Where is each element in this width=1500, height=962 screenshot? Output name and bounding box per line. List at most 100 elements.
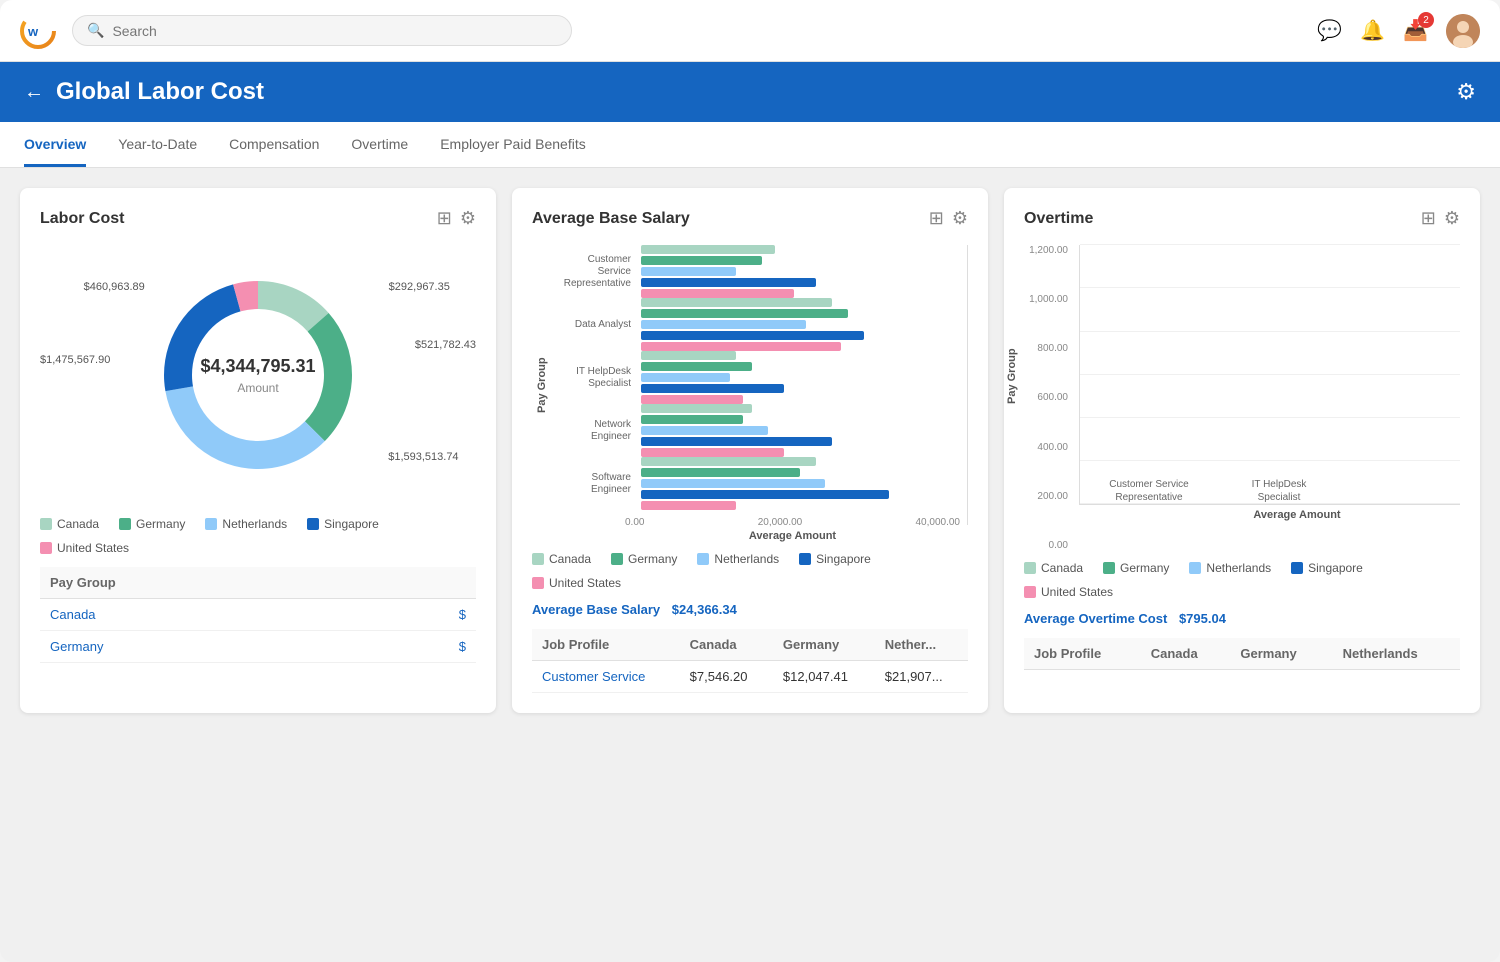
row-germany-val: $ [371, 631, 476, 663]
col-germany: Germany [1230, 638, 1332, 670]
legend-singapore: Singapore [307, 517, 379, 531]
main-content: Labor Cost ⊞ ⚙ [0, 168, 1500, 733]
vbar-label-it: IT HelpDeskSpecialist [1252, 478, 1307, 504]
hbar-y-axis-label: Pay Group [532, 245, 552, 525]
labor-cost-card: Labor Cost ⊞ ⚙ [20, 188, 496, 713]
vbar-group-it: IT HelpDeskSpecialist [1226, 472, 1332, 504]
legend-label-us: United States [57, 541, 129, 555]
overtime-value: $795.04 [1179, 611, 1226, 626]
search-input[interactable] [112, 23, 557, 39]
row-canada-val: $7,546.20 [680, 661, 773, 693]
col-canada: Canada [680, 629, 773, 661]
col-job-profile: Job Profile [532, 629, 680, 661]
inbox-icon[interactable]: 📥 2 [1403, 18, 1428, 43]
tab-ytd[interactable]: Year-to-Date [118, 122, 197, 167]
tab-overtime[interactable]: Overtime [351, 122, 408, 167]
table-row: Customer Service $7,546.20 $12,047.41 $2… [532, 661, 968, 693]
overtime-summary: Average Overtime Cost $795.04 [1024, 611, 1460, 626]
legend-us: United States [40, 541, 129, 555]
search-icon: 🔍 [87, 22, 104, 39]
segment-label-germany-1: $292,967.35 [389, 281, 450, 293]
vbar-x-axis-label: Average Amount [1134, 509, 1460, 521]
col-value [371, 567, 476, 599]
vbar-y-axis-label: Pay Group [1006, 348, 1018, 404]
avg-salary-actions: ⊞ ⚙ [929, 208, 968, 229]
tab-benefits[interactable]: Employer Paid Benefits [440, 122, 586, 167]
amount-label: Amount [200, 381, 315, 395]
row-canada[interactable]: Canada [40, 599, 371, 631]
avatar[interactable] [1446, 14, 1480, 48]
row-germany-val: $12,047.41 [773, 661, 875, 693]
legend-dot-canada [40, 518, 52, 530]
avg-salary-card: Average Base Salary ⊞ ⚙ Pay Group Custom… [512, 188, 988, 713]
legend-dot-netherlands [205, 518, 217, 530]
chat-icon[interactable]: 💬 [1317, 18, 1342, 43]
avg-salary-legend: Canada Germany Netherlands Singapore Uni… [532, 552, 968, 590]
filter-icon[interactable]: ⊞ [1421, 208, 1436, 229]
avg-salary-summary: Average Base Salary $24,366.34 [532, 602, 968, 617]
donut-center: $4,344,795.31 Amount [200, 356, 315, 395]
filter-icon[interactable]: ⊞ [929, 208, 944, 229]
avg-salary-table: Job Profile Canada Germany Nether... Cus… [532, 629, 968, 693]
legend-dot-us [40, 542, 52, 554]
segment-label-netherlands: $1,475,567.90 [40, 354, 110, 366]
overtime-legend: Canada Germany Netherlands Singapore Uni… [1024, 561, 1460, 599]
filter-icon[interactable]: ⊞ [437, 208, 452, 229]
row-nether-val: $21,907... [875, 661, 968, 693]
grid-lines [1080, 245, 1460, 504]
tabs-bar: Overview Year-to-Date Compensation Overt… [0, 122, 1500, 168]
vbar-label-csr: Customer ServiceRepresentative [1109, 478, 1188, 504]
labor-cost-legend: Canada Germany Netherlands Singapore Uni… [40, 517, 476, 555]
labor-cost-actions: ⊞ ⚙ [437, 208, 476, 229]
settings-icon[interactable]: ⚙ [952, 208, 968, 229]
vbar-y-labels: 1,200.00 1,000.00 800.00 600.00 400.00 2… [1024, 245, 1074, 551]
col-canada: Canada [1141, 638, 1231, 670]
row-customer-service[interactable]: Customer Service [532, 661, 680, 693]
hbar-chart: Pay Group Customer ServiceRepresentative [532, 245, 968, 525]
table-row: Canada $ [40, 599, 476, 631]
legend-dot-singapore [307, 518, 319, 530]
segment-label-canada: $460,963.89 [84, 281, 145, 293]
vbar-inner: Customer ServiceRepresentative IT HelpDe… [1079, 245, 1460, 505]
col-netherlands: Netherlands [1333, 638, 1460, 670]
logo: w [20, 13, 56, 49]
inbox-badge: 2 [1418, 12, 1434, 28]
legend-label-canada: Canada [57, 517, 99, 531]
total-amount: $4,344,795.31 [200, 356, 315, 377]
svg-text:w: w [27, 24, 39, 39]
vbar-group-csr: Customer ServiceRepresentative [1096, 472, 1202, 504]
avg-salary-value: $24,366.34 [672, 602, 737, 617]
tab-compensation[interactable]: Compensation [229, 122, 319, 167]
top-nav: w 🔍 💬 🔔 📥 2 [0, 0, 1500, 62]
table-row: Germany $ [40, 631, 476, 663]
col-germany: Germany [773, 629, 875, 661]
search-box[interactable]: 🔍 [72, 15, 572, 46]
donut-chart: $4,344,795.31 Amount $460,963.89 $292,96… [40, 245, 476, 505]
col-nether: Nether... [875, 629, 968, 661]
overtime-actions: ⊞ ⚙ [1421, 208, 1460, 229]
settings-icon[interactable]: ⚙ [1444, 208, 1460, 229]
hbar-x-label: Average Amount [532, 530, 968, 542]
back-button[interactable]: ← [24, 81, 44, 104]
overtime-card: Overtime ⊞ ⚙ Pay Group 1,200.00 1,000.00… [1004, 188, 1480, 713]
tab-overview[interactable]: Overview [24, 122, 86, 167]
col-job-profile: Job Profile [1024, 638, 1141, 670]
segment-label-singapore: $1,593,513.74 [388, 451, 458, 463]
avg-salary-label: Average Base Salary [532, 602, 660, 617]
page-header: ← Global Labor Cost ⚙ [0, 62, 1500, 122]
settings-icon[interactable]: ⚙ [1456, 79, 1476, 105]
settings-icon[interactable]: ⚙ [460, 208, 476, 229]
legend-germany: Germany [119, 517, 185, 531]
row-canada-val: $ [371, 599, 476, 631]
bell-icon[interactable]: 🔔 [1360, 18, 1385, 43]
avg-salary-title: Average Base Salary [532, 210, 690, 228]
overtime-title: Overtime [1024, 210, 1093, 228]
vbar-chart: Pay Group 1,200.00 1,000.00 800.00 600.0… [1024, 245, 1460, 551]
legend-label-germany: Germany [136, 517, 185, 531]
hbar-rows: Customer ServiceRepresentative Data Anal… [552, 245, 968, 525]
row-germany[interactable]: Germany [40, 631, 371, 663]
legend-canada: Canada [40, 517, 99, 531]
page-title: Global Labor Cost [56, 78, 264, 106]
legend-label-singapore: Singapore [324, 517, 379, 531]
overtime-label: Average Overtime Cost [1024, 611, 1167, 626]
